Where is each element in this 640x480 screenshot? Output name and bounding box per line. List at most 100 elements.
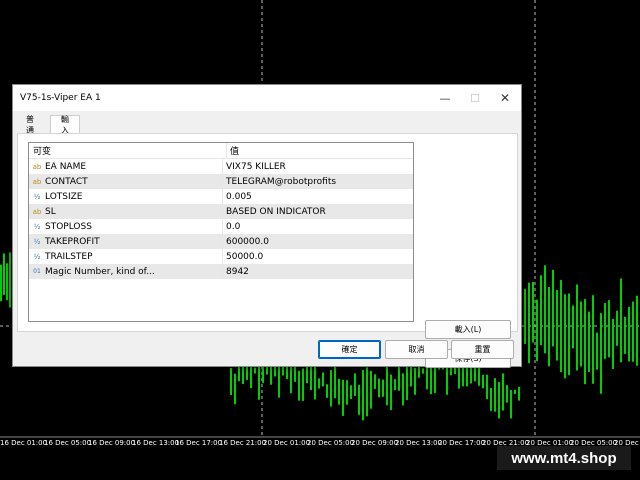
candle — [350, 385, 352, 399]
param-name: SL — [45, 206, 56, 217]
candle — [548, 286, 550, 367]
watermark: www.mt4.shop — [497, 446, 631, 470]
candle — [628, 306, 630, 362]
candle — [478, 366, 480, 386]
candle — [238, 366, 240, 382]
candle — [524, 289, 526, 344]
maximize-icon[interactable]: ☐ — [460, 85, 490, 111]
column-header-value[interactable]: 值 — [227, 144, 239, 157]
table-row[interactable]: ab SL BASED ON INDICATOR — [29, 204, 413, 219]
candle — [230, 367, 232, 395]
param-value[interactable]: 8942 — [223, 267, 249, 277]
table-row[interactable]: ab CONTACT TELEGRAM@robotprofits — [29, 174, 413, 189]
candle — [410, 366, 412, 387]
table-row[interactable]: ab EA NAME VIX75 KILLER — [29, 159, 413, 174]
time-axis-label: 16 Dec 17:00 — [175, 439, 223, 447]
param-name: TRAILSTEP — [45, 251, 93, 262]
tab-common[interactable]: 普通 — [18, 115, 42, 135]
candle — [362, 369, 364, 421]
ok-button[interactable]: 確定 — [318, 340, 381, 359]
candle — [254, 367, 256, 374]
table-row[interactable]: ½ TAKEPROFIT 600000.0 — [29, 234, 413, 249]
candle — [374, 374, 376, 389]
candle — [286, 366, 288, 380]
candle — [494, 378, 496, 412]
candle — [322, 372, 324, 387]
candle — [318, 378, 320, 389]
candle — [310, 366, 312, 391]
integer-type-icon: 01 — [33, 268, 41, 275]
double-type-icon: ½ — [33, 252, 41, 261]
param-name: EA NAME — [45, 161, 87, 172]
param-name: LOTSIZE — [45, 191, 83, 202]
candle — [528, 282, 530, 364]
candle — [422, 368, 424, 374]
param-value[interactable]: 0.0 — [223, 222, 240, 232]
load-button[interactable]: 載入(L) — [425, 320, 511, 339]
candle — [278, 366, 280, 398]
table-row[interactable]: ½ TRAILSTEP 50000.0 — [29, 249, 413, 264]
candle — [560, 280, 562, 373]
column-header-variable[interactable]: 可变 — [29, 143, 227, 158]
candle — [502, 373, 504, 411]
candle — [588, 311, 590, 372]
tab-inputs[interactable]: 輸入 — [50, 115, 80, 135]
candle — [326, 384, 328, 398]
ea-properties-dialog: V75-1s-Viper EA 1 — ☐ ✕ 普通 輸入 可变 值 ab EA … — [12, 84, 522, 368]
candle — [510, 390, 512, 419]
reset-button[interactable]: 重置 — [451, 340, 514, 359]
param-name: CONTACT — [45, 176, 88, 187]
candle — [334, 366, 336, 399]
candle — [434, 366, 436, 393]
param-value[interactable]: VIX75 KILLER — [223, 162, 286, 172]
parameters-table: 可变 值 ab EA NAME VIX75 KILLER ab CONTACT TE… — [28, 142, 414, 322]
candle — [612, 318, 614, 370]
candle — [370, 370, 372, 409]
cancel-button[interactable]: 取消 — [385, 340, 448, 359]
candle — [636, 295, 638, 366]
param-value[interactable]: 600000.0 — [223, 237, 269, 247]
candle — [234, 373, 236, 405]
string-type-icon: ab — [32, 162, 42, 171]
candle — [544, 265, 546, 354]
candle — [632, 301, 634, 362]
param-value[interactable]: BASED ON INDICATOR — [223, 207, 326, 217]
time-axis-label: 16 Dec 13:00 — [132, 439, 180, 447]
time-axis-label: 20 Dec 01:00 — [263, 439, 311, 447]
candle — [406, 366, 408, 401]
minimize-icon[interactable]: — — [430, 85, 460, 111]
candle — [430, 366, 432, 395]
candle — [600, 313, 602, 394]
candle — [482, 374, 484, 389]
double-type-icon: ½ — [33, 192, 41, 201]
table-row[interactable]: ½ LOTSIZE 0.005 — [29, 189, 413, 204]
candle — [576, 284, 578, 371]
candle — [466, 366, 468, 387]
param-value[interactable]: 50000.0 — [223, 252, 263, 262]
candle — [346, 380, 348, 405]
candle — [290, 366, 292, 394]
inputs-panel: 可变 值 ab EA NAME VIX75 KILLER ab CONTACT TE… — [17, 133, 518, 368]
param-name: TAKEPROFIT — [45, 236, 100, 247]
candle — [580, 301, 582, 367]
param-value[interactable]: 0.005 — [223, 192, 252, 202]
candle — [330, 370, 332, 407]
candle — [514, 389, 516, 394]
string-type-icon: ab — [32, 207, 42, 216]
candle — [390, 374, 392, 410]
candle — [266, 366, 268, 375]
time-axis-label: 16 Dec 05:00 — [44, 439, 92, 447]
candle — [246, 366, 248, 380]
param-value[interactable]: TELEGRAM@robotprofits — [223, 177, 336, 187]
table-row[interactable]: ½ STOPLOSS 0.0 — [29, 219, 413, 234]
candle — [592, 295, 594, 384]
title-bar[interactable]: V75-1s-Viper EA 1 — ☐ ✕ — [13, 85, 521, 111]
candle — [9, 252, 11, 308]
close-icon[interactable]: ✕ — [490, 85, 520, 111]
candle — [398, 366, 400, 391]
string-type-icon: ab — [32, 177, 42, 186]
candle — [490, 387, 492, 411]
table-row[interactable]: 01 Magic Number, kind of... 8942 — [29, 264, 413, 279]
candle — [342, 379, 344, 416]
candle — [0, 264, 2, 302]
